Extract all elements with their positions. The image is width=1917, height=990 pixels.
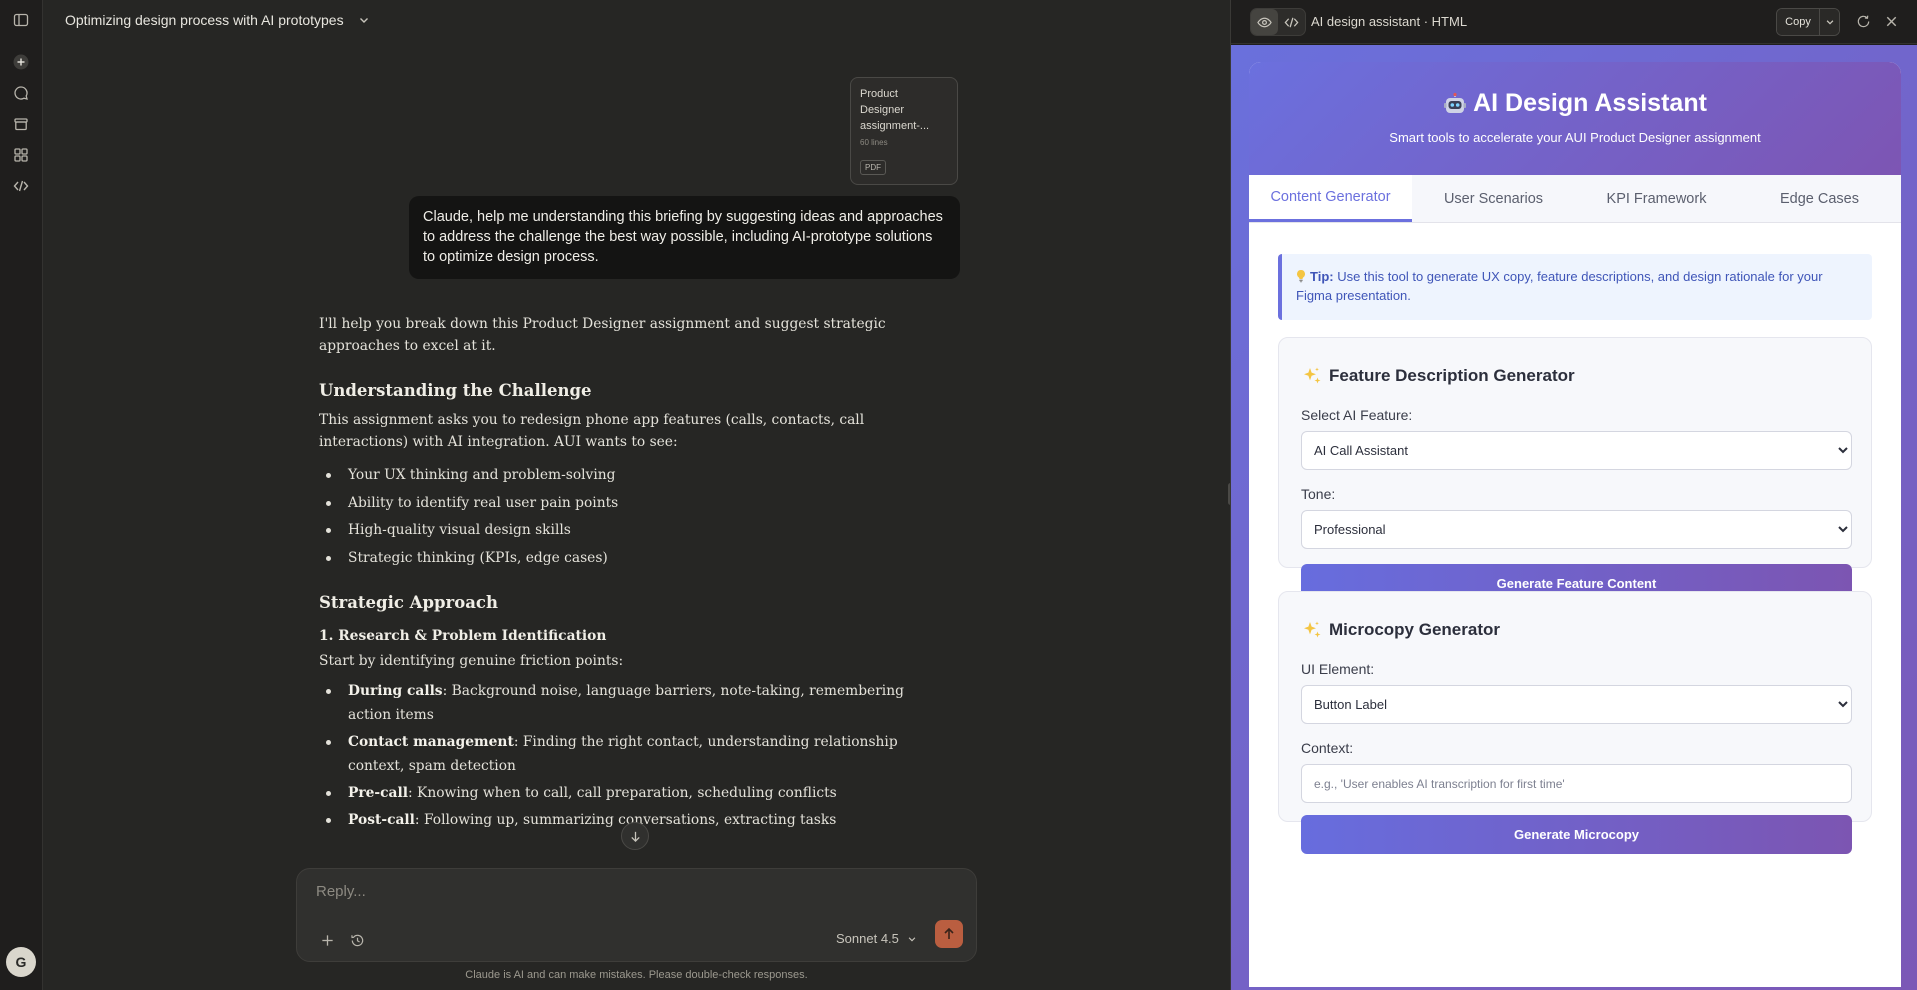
artifact-preview: AI Design Assistant Smart tools to accel… [1231, 45, 1917, 990]
answer-paragraph: This assignment asks you to redesign pho… [319, 412, 865, 450]
conversation-title[interactable]: Optimizing design process with AI protot… [65, 12, 344, 28]
card-title-row: Feature Description Generator [1301, 365, 1849, 387]
list-item: Contact management: Finding the right co… [319, 730, 939, 778]
app-hero: AI Design Assistant Smart tools to accel… [1249, 62, 1901, 175]
feature-card-title: Feature Description Generator [1329, 366, 1575, 385]
chevron-down-icon [1826, 20, 1833, 25]
list-item: Ability to identify real user pain point… [319, 491, 939, 515]
refresh-icon[interactable] [1854, 12, 1872, 30]
chats-icon[interactable] [11, 83, 31, 103]
list-item-label: Post-call [348, 811, 415, 828]
friction-list: During calls: Background noise, language… [319, 679, 939, 832]
tip-box: Tip: Use this tool to generate UX copy, … [1278, 254, 1872, 320]
chevron-down-icon [908, 936, 916, 941]
chevron-down-icon[interactable] [358, 14, 370, 26]
view-toggle[interactable] [1250, 8, 1306, 36]
answer-paragraph: Start by identifying genuine friction po… [319, 652, 624, 669]
ui-element-label: UI Element: [1301, 661, 1375, 677]
code-icon[interactable] [11, 176, 31, 196]
card-title-row: Microcopy Generator [1301, 619, 1849, 641]
close-icon[interactable] [1882, 12, 1900, 30]
arrow-down-icon [630, 831, 640, 842]
conversation-header[interactable]: Optimizing design process with AI protot… [65, 10, 370, 30]
list-item-label: During calls [348, 682, 443, 699]
feature-description-card: Feature Description Generator Select AI … [1278, 337, 1872, 603]
lightbulb-icon [1296, 269, 1306, 283]
generate-microcopy-button[interactable]: Generate Microcopy [1301, 815, 1852, 854]
tab-content-generator[interactable]: Content Generator [1249, 175, 1412, 222]
tone-select[interactable]: Professional [1301, 510, 1852, 549]
scroll-to-bottom-button[interactable] [621, 822, 649, 850]
model-name: Sonnet 4.5 [836, 931, 899, 946]
answer-intro: I'll help you break down this Product De… [319, 316, 886, 354]
tone-select-label: Tone: [1301, 486, 1336, 502]
copy-button[interactable]: Copy [1777, 9, 1819, 35]
heading-strategic-approach: Strategic Approach [319, 592, 498, 612]
plus-icon[interactable] [318, 931, 336, 949]
feature-select[interactable]: AI Call Assistant [1301, 431, 1852, 470]
history-icon[interactable] [348, 931, 366, 949]
context-label: Context: [1301, 740, 1354, 756]
artifacts-icon[interactable] [11, 145, 31, 165]
artifact-header: AI design assistant · HTML Copy [1231, 0, 1917, 44]
requirements-list: Your UX thinking and problem-solving Abi… [319, 463, 939, 570]
attachment-card[interactable]: Product Designer assignment-... 60 lines… [850, 77, 958, 185]
send-button[interactable] [935, 920, 963, 948]
tab-kpi-framework[interactable]: KPI Framework [1575, 175, 1738, 222]
app-title: AI Design Assistant [1473, 89, 1707, 117]
list-item-label: Pre-call [348, 784, 408, 801]
sidebar-toggle-icon[interactable] [11, 10, 31, 30]
list-item: Pre-call: Knowing when to call, call pre… [319, 781, 939, 805]
artifact-panel: AI design assistant · HTML Copy AI Desig… [1230, 0, 1917, 990]
list-item-text: : Knowing when to call, call preparation… [407, 784, 837, 801]
composer: Sonnet 4.5 [296, 868, 977, 962]
list-item: Strategic thinking (KPIs, edge cases) [319, 546, 939, 570]
copy-options-button[interactable] [1819, 9, 1839, 35]
model-selector[interactable]: Sonnet 4.5 [836, 931, 917, 946]
context-input[interactable] [1301, 764, 1852, 803]
heading-research: 1. Research & Problem Identification [319, 627, 607, 644]
tip-label: Tip: [1310, 269, 1334, 284]
attachment-lines: 60 lines [860, 138, 888, 147]
copy-button-group: Copy [1776, 8, 1840, 36]
sparkles-icon [1304, 367, 1321, 384]
sparkles-icon [1304, 621, 1321, 638]
feature-select-label: Select AI Feature: [1301, 407, 1413, 423]
app-subtitle: Smart tools to accelerate your AUI Produ… [1389, 130, 1761, 145]
user-message: Claude, help me understanding this brief… [409, 196, 960, 279]
microcopy-card: Microcopy Generator UI Element: Button L… [1278, 591, 1872, 854]
design-assistant-app: AI Design Assistant Smart tools to accel… [1249, 62, 1901, 987]
artifact-title: AI design assistant · HTML [1311, 14, 1468, 29]
assistant-response: I'll help you break down this Product De… [319, 313, 939, 832]
robot-icon [1444, 92, 1467, 113]
left-rail: G [0, 0, 43, 990]
microcopy-card-title: Microcopy Generator [1329, 620, 1500, 639]
attachment-title: Product Designer assignment-... [860, 88, 930, 132]
reply-input[interactable] [316, 883, 916, 900]
attachment-type-badge: PDF [860, 160, 886, 175]
list-item: High-quality visual design skills [319, 518, 939, 542]
tab-user-scenarios[interactable]: User Scenarios [1412, 175, 1575, 222]
avatar[interactable]: G [6, 947, 36, 977]
ui-element-select[interactable]: Button Label [1301, 685, 1852, 724]
heading-understanding: Understanding the Challenge [319, 381, 592, 400]
code-view-icon[interactable] [1278, 9, 1305, 35]
preview-eye-icon[interactable] [1251, 9, 1278, 35]
app-title-row: AI Design Assistant [1249, 89, 1901, 118]
app-tabs: Content Generator User Scenarios KPI Fra… [1249, 175, 1901, 223]
new-chat-icon[interactable] [11, 52, 31, 72]
tab-edge-cases[interactable]: Edge Cases [1738, 175, 1901, 222]
arrow-up-icon [944, 927, 954, 939]
disclaimer: Claude is AI and can make mistakes. Plea… [465, 969, 808, 981]
list-item: During calls: Background noise, language… [319, 679, 939, 727]
tip-text: Use this tool to generate UX copy, featu… [1296, 269, 1823, 303]
list-item: Your UX thinking and problem-solving [319, 463, 939, 487]
projects-icon[interactable] [11, 114, 31, 134]
list-item-label: Contact management [348, 733, 514, 750]
